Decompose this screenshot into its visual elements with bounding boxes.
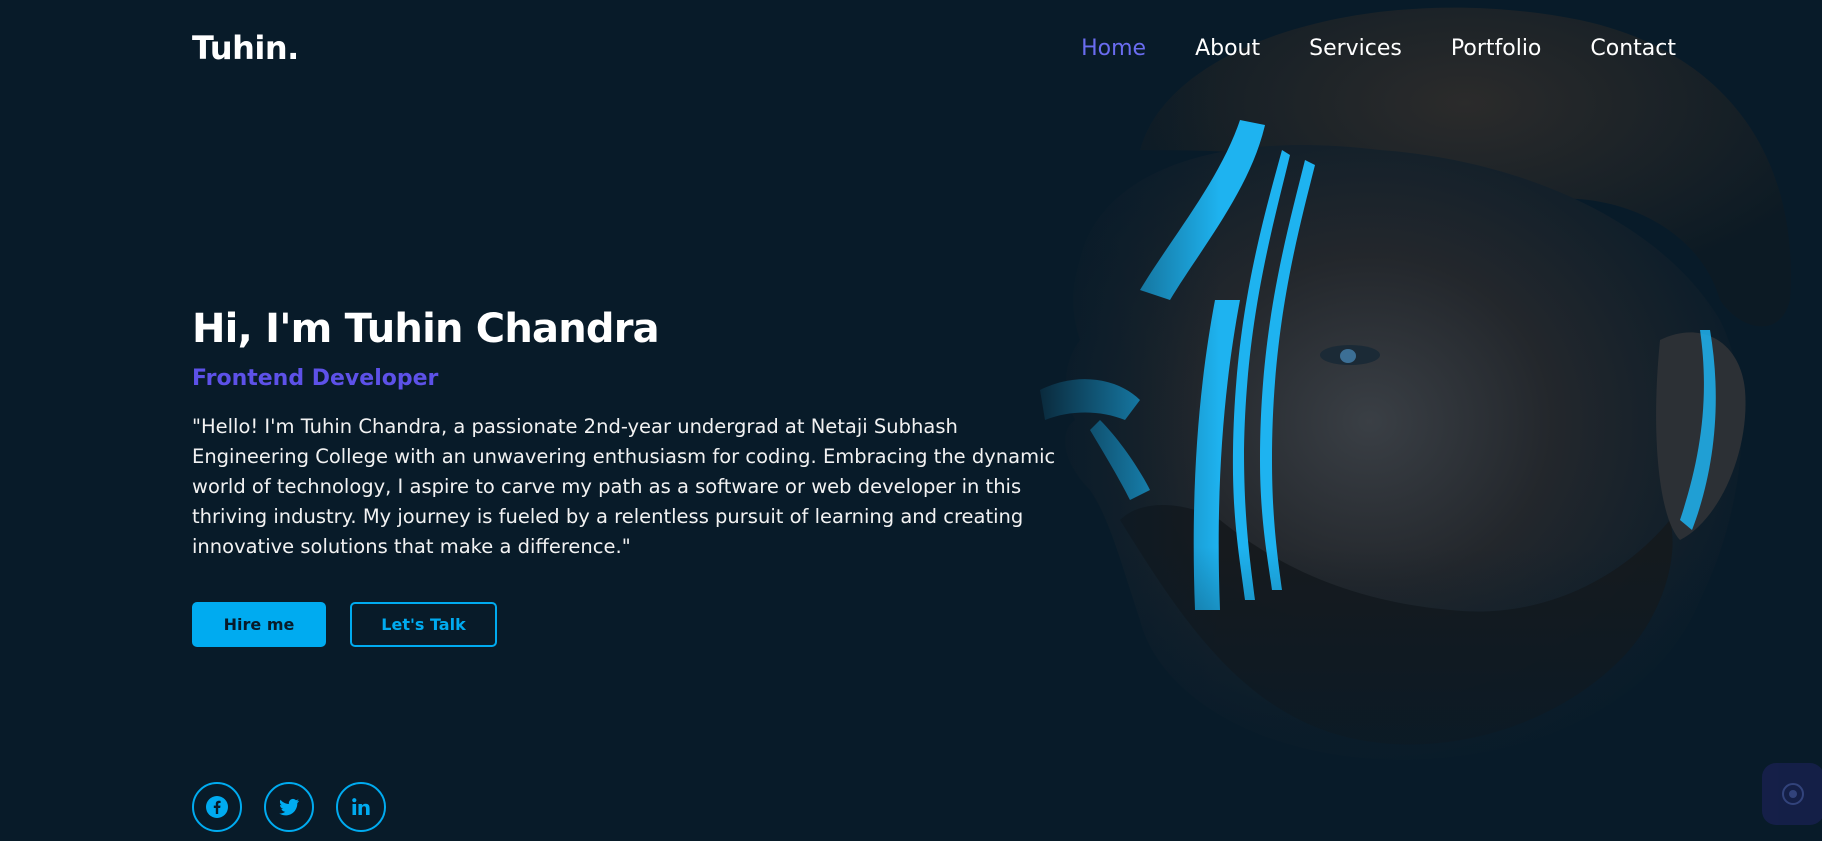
- nav-link-contact[interactable]: Contact: [1590, 36, 1676, 61]
- site-logo[interactable]: Tuhin.: [192, 29, 299, 67]
- hero-buttons: Hire me Let's Talk: [192, 602, 1072, 647]
- nav-link-home[interactable]: Home: [1081, 36, 1146, 61]
- twitter-icon: [279, 798, 299, 816]
- social-links: [192, 782, 386, 832]
- facebook-icon: [206, 796, 228, 818]
- hire-me-button[interactable]: Hire me: [192, 602, 326, 647]
- linkedin-icon: [352, 798, 370, 815]
- chat-bubble-icon: [1782, 783, 1804, 805]
- twitter-link[interactable]: [264, 782, 314, 832]
- site-header: Tuhin. Home About Services Portfolio Con…: [0, 0, 1822, 96]
- hero-title: Hi, I'm Tuhin Chandra: [192, 306, 660, 352]
- lets-talk-button[interactable]: Let's Talk: [350, 602, 497, 647]
- hero-section: Hi, I'm Tuhin Chandra Frontend Developer…: [192, 302, 1072, 647]
- main-nav: Home About Services Portfolio Contact: [1081, 36, 1676, 61]
- portfolio-page: Tuhin. Home About Services Portfolio Con…: [0, 0, 1822, 841]
- nav-link-about[interactable]: About: [1195, 36, 1260, 61]
- nav-link-services[interactable]: Services: [1309, 36, 1402, 61]
- facebook-link[interactable]: [192, 782, 242, 832]
- hero-description: "Hello! I'm Tuhin Chandra, a passionate …: [192, 415, 1056, 558]
- hero-subtitle: Frontend Developer: [192, 366, 439, 391]
- nav-link-portfolio[interactable]: Portfolio: [1451, 36, 1542, 61]
- floating-chat-button[interactable]: [1762, 763, 1822, 825]
- hero-portrait-image: [1020, 0, 1822, 841]
- linkedin-link[interactable]: [336, 782, 386, 832]
